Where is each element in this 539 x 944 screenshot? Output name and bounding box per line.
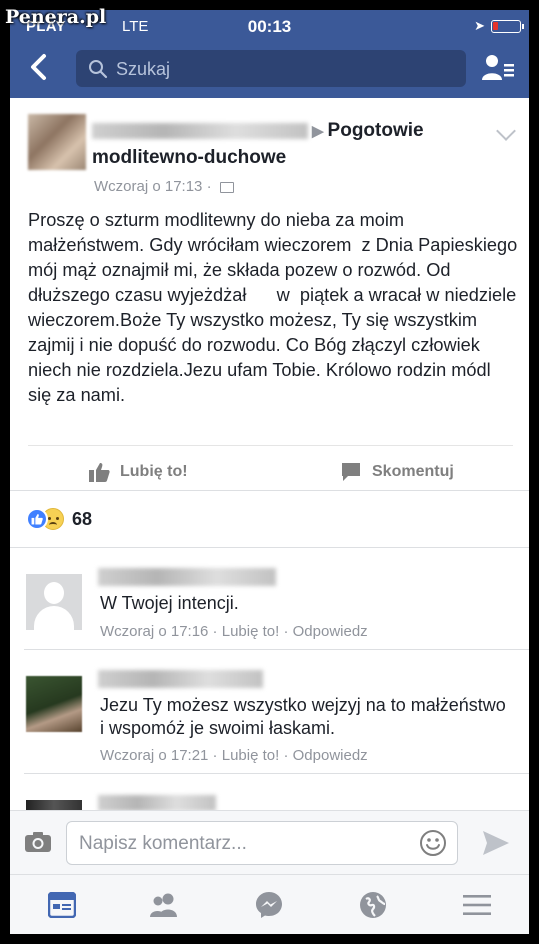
group-name-line1[interactable]: Pogotowie — [328, 120, 424, 141]
comment-bubble-icon — [342, 463, 360, 481]
comment-like-link[interactable]: Lubię to! — [208, 747, 279, 764]
shared-to-arrow-icon: ▶ — [312, 123, 324, 140]
tab-messenger[interactable] — [253, 889, 285, 921]
divider — [24, 773, 529, 774]
chevron-left-icon — [31, 54, 46, 80]
commenter-name-redacted[interactable] — [98, 568, 276, 586]
like-label: Lubię to! — [120, 463, 188, 480]
bottom-tab-bar — [10, 874, 529, 934]
post-body: Proszę o szturm modlitewny do nieba za m… — [28, 210, 523, 405]
divider — [24, 649, 529, 650]
comment-time: Wczoraj o 17:21 — [100, 747, 209, 764]
reaction-count: 68 — [72, 508, 93, 529]
comment-button[interactable]: Skomentuj — [340, 461, 454, 483]
audience-icon — [219, 181, 234, 193]
comment-reply-link[interactable]: Odpowiedz — [279, 747, 367, 764]
tab-menu[interactable] — [461, 889, 493, 921]
thumbs-up-icon — [89, 463, 110, 482]
send-arrow-icon — [483, 831, 509, 855]
author-avatar[interactable] — [28, 114, 86, 170]
search-input[interactable]: Szukaj — [76, 50, 466, 87]
post-options-chevron-icon[interactable] — [496, 121, 516, 141]
comment-reply-link[interactable]: Odpowiedz — [279, 623, 367, 640]
comment-meta: Wczoraj o 17:21Lubię to!Odpowiedz — [100, 747, 368, 764]
sticker-smiley-icon[interactable] — [419, 829, 447, 857]
divider — [28, 445, 513, 446]
camera-button[interactable] — [24, 831, 52, 858]
globe-icon — [360, 892, 386, 918]
tab-news-feed[interactable] — [46, 889, 78, 921]
author-name-redacted[interactable] — [92, 122, 308, 139]
divider — [10, 490, 529, 491]
commenter-avatar-placeholder[interactable] — [26, 574, 82, 630]
comment-input[interactable]: Napisz komentarz... — [66, 821, 458, 865]
like-button[interactable]: Lubię to! — [88, 461, 188, 483]
friend-list-button[interactable] — [481, 52, 515, 84]
post-meta: Wczoraj o 17:13 · — [94, 178, 234, 195]
like-reaction-icon — [26, 508, 48, 530]
commenter-avatar[interactable] — [26, 676, 82, 732]
group-name-line2[interactable]: modlitewno-duchowe — [92, 147, 286, 168]
comment-text: W Twojej intencji. — [100, 593, 239, 613]
reactions-summary[interactable]: 68 — [26, 508, 92, 530]
news-feed-icon — [48, 892, 76, 918]
menu-icon — [463, 895, 491, 915]
commenter-name-redacted[interactable] — [98, 670, 263, 688]
post-timestamp[interactable]: Wczoraj o 17:13 — [94, 178, 202, 195]
divider — [10, 547, 529, 548]
app-screen: PLAY LTE 00:13 ➤ Szukaj ▶ Pogotowie modli… — [10, 10, 529, 934]
comment-like-link[interactable]: Lubię to! — [208, 623, 279, 640]
comment-text: Jezu Ty możesz wszystko wejzyj na to mał… — [100, 695, 506, 738]
post-actions: Lubię to! Skomentuj — [10, 455, 529, 491]
comment-meta: Wczoraj o 17:16Lubię to!Odpowiedz — [100, 623, 368, 640]
tab-friends[interactable] — [148, 889, 180, 921]
friends-icon — [150, 893, 177, 917]
location-icon: ➤ — [474, 18, 485, 33]
back-button[interactable] — [26, 52, 56, 82]
send-button[interactable] — [481, 829, 511, 862]
search-placeholder: Szukaj — [116, 59, 171, 79]
comment-placeholder: Napisz komentarz... — [79, 833, 247, 854]
search-icon — [89, 60, 108, 79]
comment-composer: Napisz komentarz... — [10, 810, 529, 874]
watermark-logo: Penera.pl — [5, 6, 107, 28]
friend-list-icon — [482, 55, 514, 80]
tab-notifications[interactable] — [357, 889, 389, 921]
post-header: ▶ Pogotowie modlitewno-duchowe — [92, 118, 492, 171]
comment-time: Wczoraj o 17:16 — [100, 623, 209, 640]
messenger-icon — [256, 892, 282, 918]
camera-icon — [25, 832, 51, 852]
battery-icon — [491, 20, 524, 33]
comment-label: Skomentuj — [372, 463, 454, 480]
